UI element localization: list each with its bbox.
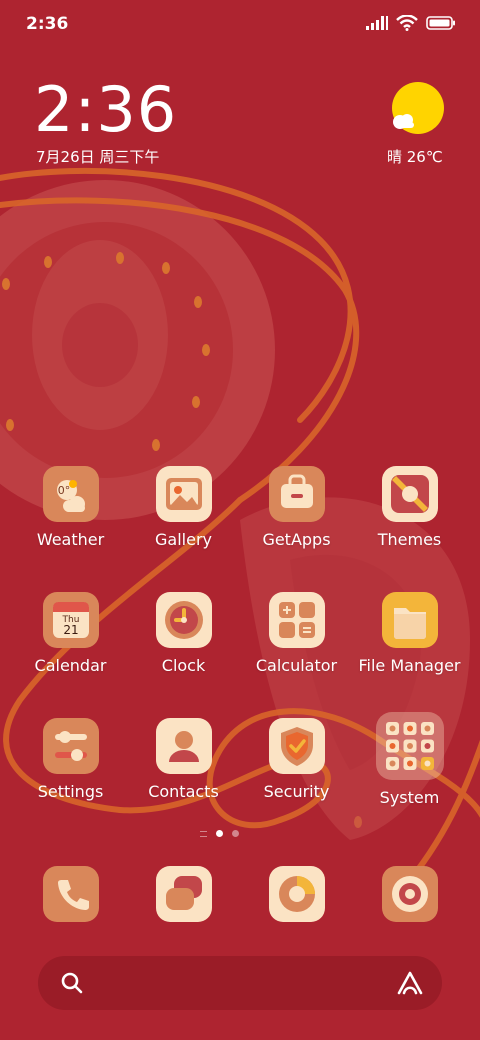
file-manager-icon xyxy=(381,592,438,648)
dock-camera[interactable] xyxy=(353,866,466,922)
app-label: Weather xyxy=(36,530,105,549)
camera-icon xyxy=(381,866,438,922)
clock-widget-time[interactable]: 2:36 xyxy=(34,74,177,146)
app-label: Security xyxy=(263,782,330,801)
app-label: Gallery xyxy=(155,530,212,549)
weather-icon: 0° xyxy=(42,466,99,522)
signal-icon xyxy=(366,16,388,30)
settings-icon xyxy=(42,718,99,774)
calculator-icon xyxy=(268,592,325,648)
calendar-icon: Thu 21 xyxy=(42,592,99,648)
app-label: Settings xyxy=(37,782,104,801)
app-label: Calculator xyxy=(255,656,338,675)
app-calendar[interactable]: Thu 21 Calendar xyxy=(14,592,127,675)
feed-indicator-icon xyxy=(200,830,207,837)
messages-icon xyxy=(155,866,212,922)
app-themes[interactable]: Themes xyxy=(353,466,466,549)
app-getapps[interactable]: GetApps xyxy=(240,466,353,549)
gallery-icon xyxy=(155,466,212,522)
assistant-icon[interactable] xyxy=(396,970,424,996)
battery-icon xyxy=(426,16,455,30)
themes-icon xyxy=(381,466,438,522)
browser-icon xyxy=(268,866,325,922)
phone-icon xyxy=(42,866,99,922)
app-label: System xyxy=(379,788,440,807)
dock-phone[interactable] xyxy=(14,866,127,922)
clock-widget-date: 7月26日 周三下午 xyxy=(36,148,160,166)
dock-browser[interactable] xyxy=(240,866,353,922)
app-label: Clock xyxy=(161,656,206,675)
app-calculator[interactable]: Calculator xyxy=(240,592,353,675)
app-security[interactable]: Security xyxy=(240,718,353,801)
app-label: GetApps xyxy=(262,530,331,549)
app-settings[interactable]: Settings xyxy=(14,718,127,801)
status-bar: 2:36 xyxy=(0,0,480,48)
app-contacts[interactable]: Contacts xyxy=(127,718,240,801)
weather-widget-text: 晴 26℃ xyxy=(387,148,443,166)
app-label: Contacts xyxy=(148,782,219,801)
status-time: 2:36 xyxy=(26,14,69,34)
page-dot-active xyxy=(216,830,223,837)
app-label: Calendar xyxy=(34,656,107,675)
contacts-icon xyxy=(155,718,212,774)
dock-messages[interactable] xyxy=(127,866,240,922)
sunny-weather-icon[interactable] xyxy=(390,82,446,138)
app-file-manager[interactable]: File Manager xyxy=(353,592,466,675)
wifi-icon xyxy=(396,15,418,31)
search-bar[interactable] xyxy=(38,956,442,1010)
search-icon xyxy=(61,972,83,994)
system-folder-icon xyxy=(375,712,444,780)
app-gallery[interactable]: Gallery xyxy=(127,466,240,549)
calendar-date: 21 xyxy=(63,623,78,637)
app-label: File Manager xyxy=(358,656,461,675)
status-icons xyxy=(366,15,456,31)
security-icon xyxy=(268,718,325,774)
weather-icon-temp: 0° xyxy=(57,484,70,497)
app-label: Themes xyxy=(377,530,442,549)
getapps-icon xyxy=(268,466,325,522)
page-dot xyxy=(232,830,239,837)
app-clock[interactable]: Clock xyxy=(127,592,240,675)
page-indicator[interactable] xyxy=(200,830,239,837)
app-weather[interactable]: 0° Weather xyxy=(14,466,127,549)
clock-icon xyxy=(155,592,212,648)
dock xyxy=(14,866,466,924)
app-system-folder[interactable]: System xyxy=(353,712,466,807)
